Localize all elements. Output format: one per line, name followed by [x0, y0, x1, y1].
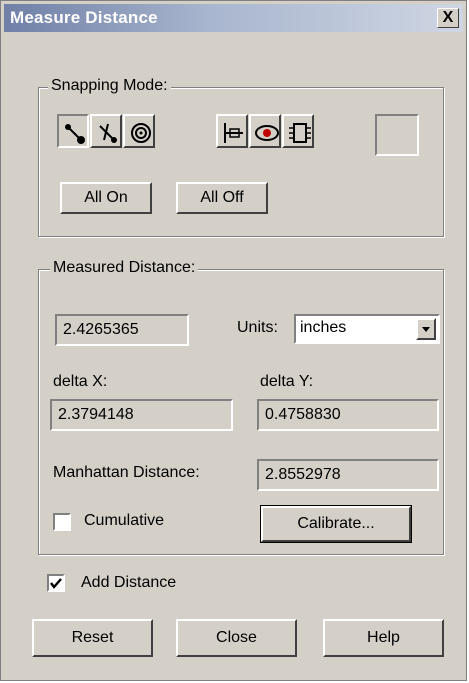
snap-via-icon	[255, 125, 279, 141]
all-on-button[interactable]: All On	[60, 182, 152, 214]
calibrate-label: Calibrate...	[297, 515, 375, 532]
chevron-down-icon	[422, 327, 430, 332]
units-select[interactable]: inches	[294, 314, 440, 344]
snap-endpoint-button[interactable]	[57, 114, 89, 148]
add-distance-label: Add Distance	[81, 574, 177, 591]
snap-endpoint-icon	[65, 124, 85, 144]
snap-center-icon	[131, 123, 151, 143]
all-on-label: All On	[84, 189, 128, 206]
measure-distance-dialog: Measure Distance X Snapping Mode: All On…	[0, 0, 467, 681]
cumulative-label: Cumulative	[84, 512, 165, 529]
snap-pin-icon	[224, 123, 243, 143]
delta-x-label: delta X:	[53, 373, 108, 390]
measured-distance-field[interactable]: 2.4265365	[55, 314, 189, 346]
snap-midpoint-icon	[99, 123, 117, 143]
add-distance-checkbox[interactable]	[47, 574, 65, 592]
close-icon: X	[442, 9, 454, 26]
snap-center-button[interactable]	[123, 114, 155, 148]
cumulative-checkbox[interactable]	[53, 513, 71, 531]
window-title: Measure Distance	[10, 8, 158, 27]
units-label: Units:	[237, 319, 278, 336]
snap-via-button[interactable]	[249, 114, 281, 148]
close-window-button[interactable]: X	[437, 8, 459, 28]
calibrate-button[interactable]: Calibrate...	[260, 505, 412, 543]
checkmark-icon	[50, 578, 62, 589]
help-label: Help	[367, 629, 400, 646]
title-bar[interactable]: Measure Distance X	[4, 4, 463, 32]
delta-y-label: delta Y:	[260, 373, 314, 390]
snap-component-button[interactable]	[282, 114, 314, 148]
snap-component-icon	[289, 123, 311, 143]
snap-pin-button[interactable]	[216, 114, 248, 148]
units-dropdown-button[interactable]	[416, 318, 436, 340]
close-label: Close	[216, 629, 257, 646]
help-button[interactable]: Help	[323, 619, 444, 657]
snap-indicator-box	[375, 114, 419, 156]
all-off-label: All Off	[200, 189, 244, 206]
snapping-mode-group	[38, 87, 444, 237]
measured-distance-label: Measured Distance:	[50, 259, 199, 277]
delta-y-field[interactable]: 0.4758830	[257, 399, 439, 431]
delta-x-field[interactable]: 2.3794148	[50, 399, 233, 431]
manhattan-distance-label: Manhattan Distance:	[53, 464, 200, 481]
reset-button[interactable]: Reset	[32, 619, 153, 657]
reset-label: Reset	[71, 629, 114, 646]
snapping-mode-label: Snapping Mode:	[48, 77, 171, 95]
close-button[interactable]: Close	[176, 619, 297, 657]
units-value: inches	[300, 319, 347, 336]
all-off-button[interactable]: All Off	[176, 182, 268, 214]
manhattan-distance-field[interactable]: 2.8552978	[257, 459, 439, 491]
snap-midpoint-button[interactable]	[90, 114, 122, 148]
